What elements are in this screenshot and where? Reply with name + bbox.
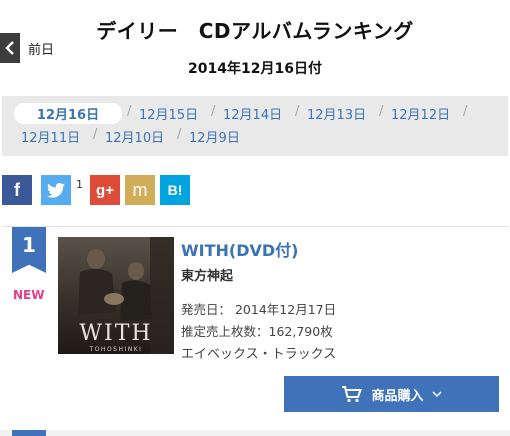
buy-product-button[interactable]: 商品購入 xyxy=(284,376,499,412)
next-rank-badge xyxy=(12,430,46,436)
chevron-down-icon xyxy=(431,390,442,397)
date-tab[interactable]: 12月11日 xyxy=(21,127,80,146)
album-jacket-image[interactable]: WITH TOHOSHINKI xyxy=(58,237,174,354)
estimated-sales: 推定売上枚数：162,790枚 xyxy=(181,324,333,339)
page-title: デイリー CDアルバムランキング xyxy=(96,19,414,43)
twitter-share-count: 1 xyxy=(76,178,83,191)
twitter-share-button[interactable] xyxy=(41,175,71,205)
mixi-share-button[interactable]: m xyxy=(125,175,155,205)
mixi-icon: m xyxy=(132,179,148,200)
jacket-artist-text: TOHOSHINKI xyxy=(89,346,143,353)
page-header: 前日 デイリー CDアルバムランキング 2014年12月16日付 xyxy=(0,0,510,96)
facebook-icon: f xyxy=(14,179,20,200)
date-tab-active[interactable]: 12月16日 xyxy=(14,103,122,124)
shopping-cart-icon xyxy=(342,386,363,403)
twitter-bird-icon xyxy=(47,182,65,198)
date-tab[interactable]: 12月13日 xyxy=(307,104,366,123)
tab-separator: / xyxy=(379,104,384,119)
date-tab[interactable]: 12月9日 xyxy=(189,127,240,146)
rank-badge: 1 xyxy=(12,227,46,273)
album-title-link[interactable]: WITH(DVD付) xyxy=(181,237,298,261)
tab-separator: / xyxy=(127,104,132,119)
date-tab[interactable]: 12月15日 xyxy=(139,104,198,123)
ranking-date: 2014年12月16日付 xyxy=(188,61,322,77)
buy-button-label: 商品購入 xyxy=(371,388,424,404)
google-plus-icon: g+ xyxy=(96,181,114,199)
tab-separator: / xyxy=(295,104,300,119)
tab-separator: / xyxy=(93,127,98,142)
tab-separator: / xyxy=(211,104,216,119)
ranking-item: 1 NEW WITH TOHOSHINKI WITH(DVD付) 東方神起 発売… xyxy=(2,226,508,426)
record-label: エイベックス・トラックス xyxy=(181,347,337,362)
next-ranking-item xyxy=(0,430,510,436)
hatena-bookmark-icon: B! xyxy=(167,182,183,198)
google-plus-share-button[interactable]: g+ xyxy=(90,175,120,205)
date-tab[interactable]: 12月10日 xyxy=(105,127,164,146)
release-date: 発売日： 2014年12月17日 xyxy=(181,302,337,317)
tab-separator: / xyxy=(463,104,468,119)
album-cover-art: WITH TOHOSHINKI xyxy=(58,237,174,354)
artist-name[interactable]: 東方神起 xyxy=(181,265,233,284)
date-tabs: 12月16日 / 12月15日 / 12月14日 / 12月13日 / 12月1… xyxy=(2,96,508,156)
date-tab[interactable]: 12月14日 xyxy=(223,104,282,123)
new-badge: NEW xyxy=(13,288,45,302)
jacket-title-text: WITH xyxy=(79,321,152,346)
hatena-bookmark-button[interactable]: B! xyxy=(160,175,190,205)
date-tab[interactable]: 12月12日 xyxy=(391,104,450,123)
facebook-share-button[interactable]: f xyxy=(2,175,32,205)
tab-separator: / xyxy=(177,127,182,142)
